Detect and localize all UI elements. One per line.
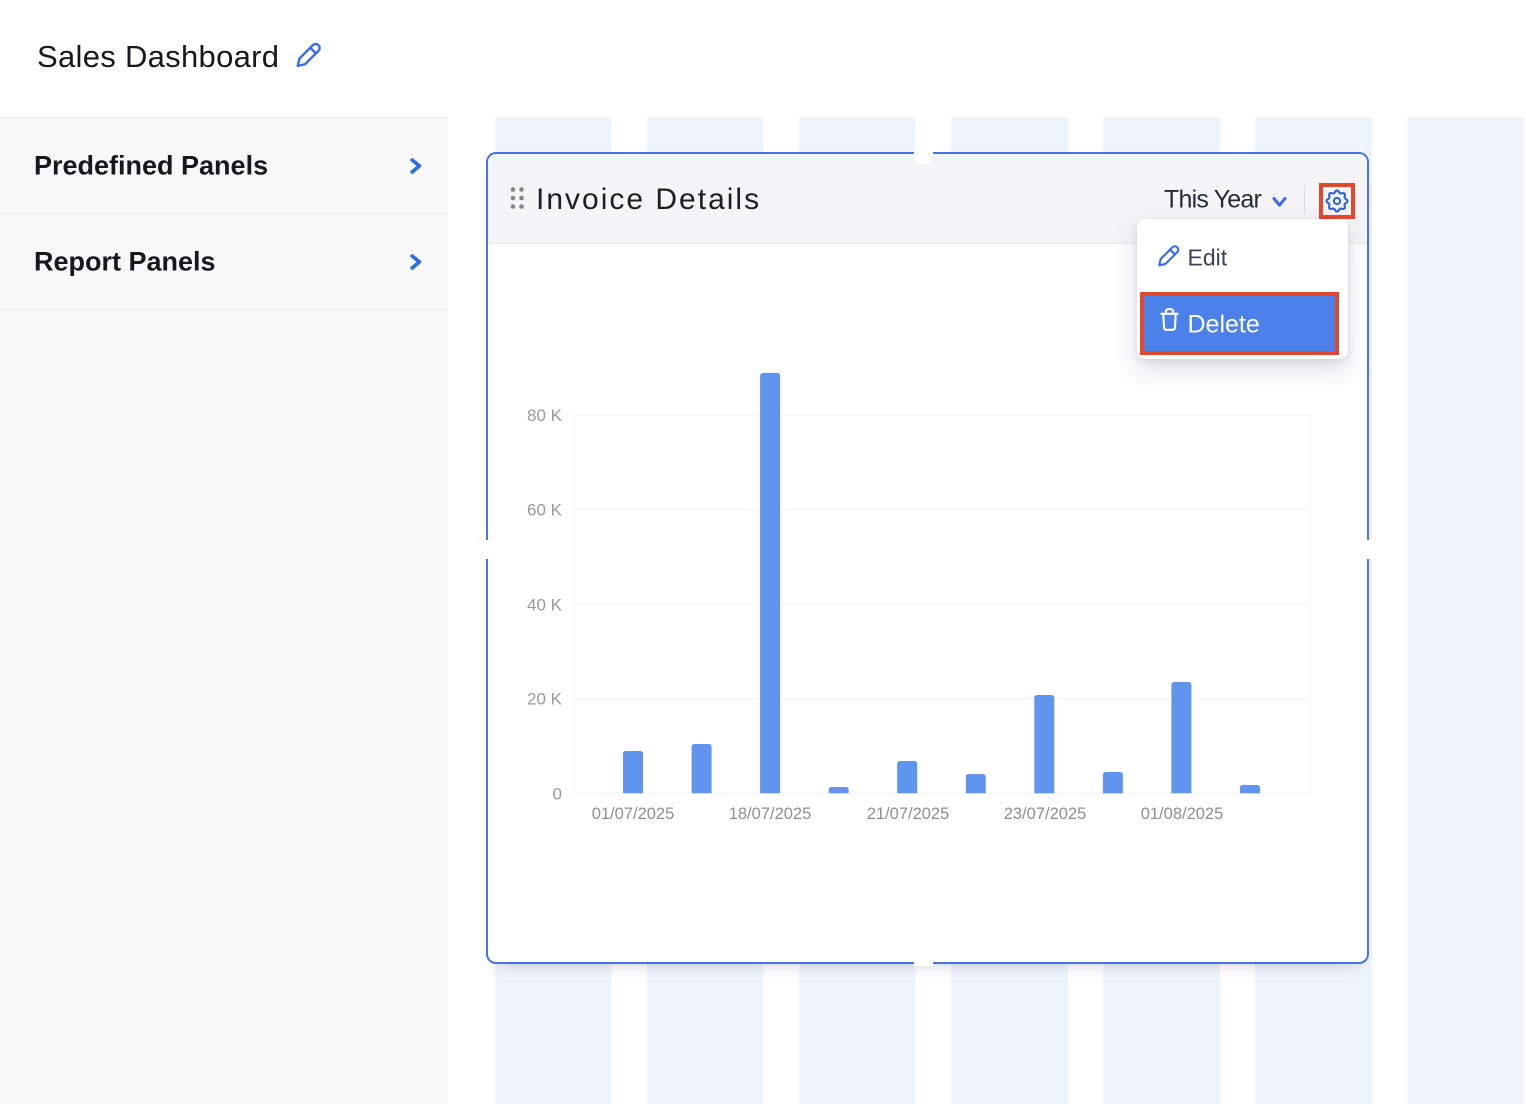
svg-text:23/07/2025: 23/07/2025: [1004, 805, 1087, 823]
svg-text:80 K: 80 K: [527, 406, 563, 425]
svg-text:0: 0: [553, 784, 562, 803]
svg-text:21/07/2025: 21/07/2025: [867, 805, 950, 823]
svg-text:20 K: 20 K: [527, 690, 563, 709]
svg-text:01/07/2025: 01/07/2025: [592, 805, 675, 823]
svg-text:18/07/2025: 18/07/2025: [729, 805, 812, 823]
svg-text:60 K: 60 K: [527, 501, 563, 520]
svg-text:01/08/2025: 01/08/2025: [1141, 805, 1224, 823]
svg-text:40 K: 40 K: [527, 595, 563, 614]
